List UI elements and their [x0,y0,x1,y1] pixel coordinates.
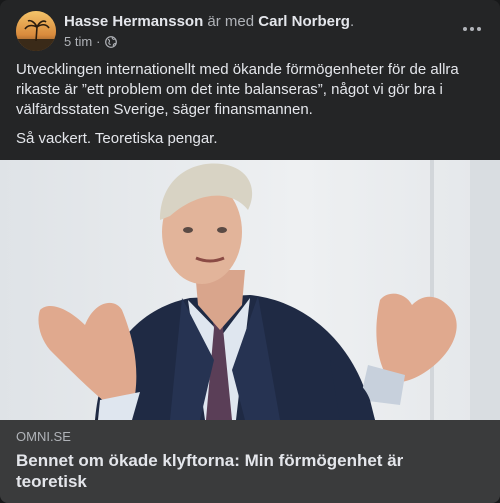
post-paragraph: Utvecklingen internationellt med ökande … [16,61,459,118]
globe-icon[interactable] [104,36,117,48]
link-headline[interactable]: Bennet om ökade klyftorna: Min förmögenh… [16,450,436,492]
link-preview-image[interactable] [0,160,500,420]
feed-post: Hasse Hermansson är med Carl Norberg. 5 … [0,0,500,503]
post-meta: 5 tim · [64,34,117,50]
post-timestamp-link[interactable]: 5 tim [64,34,92,50]
post-paragraph: Så vackert. Teoretiska pengar. [16,130,218,147]
post-options-button[interactable] [454,15,490,43]
tagged-suffix: . [349,13,355,30]
tagged-name-link[interactable]: Carl Norberg [258,13,350,30]
link-preview-card[interactable]: OMNI.SE Bennet om ökade klyftorna: Min f… [0,420,500,503]
author-name-link[interactable]: Hasse Hermansson [64,13,203,30]
post-message: Utvecklingen internationellt med ökande … [16,60,476,158]
man-gesturing-photo [0,160,500,420]
post-header: Hasse Hermansson är med Carl Norberg. 5 … [16,11,484,53]
meta-separator: · [96,34,101,49]
avatar-image [16,11,56,51]
more-horizontal-icon [463,27,481,31]
with-text: är med [203,13,259,30]
link-domain: OMNI.SE [16,429,71,444]
author-line: Hasse Hermansson är med Carl Norberg. [64,12,354,32]
author-avatar[interactable] [16,11,56,51]
